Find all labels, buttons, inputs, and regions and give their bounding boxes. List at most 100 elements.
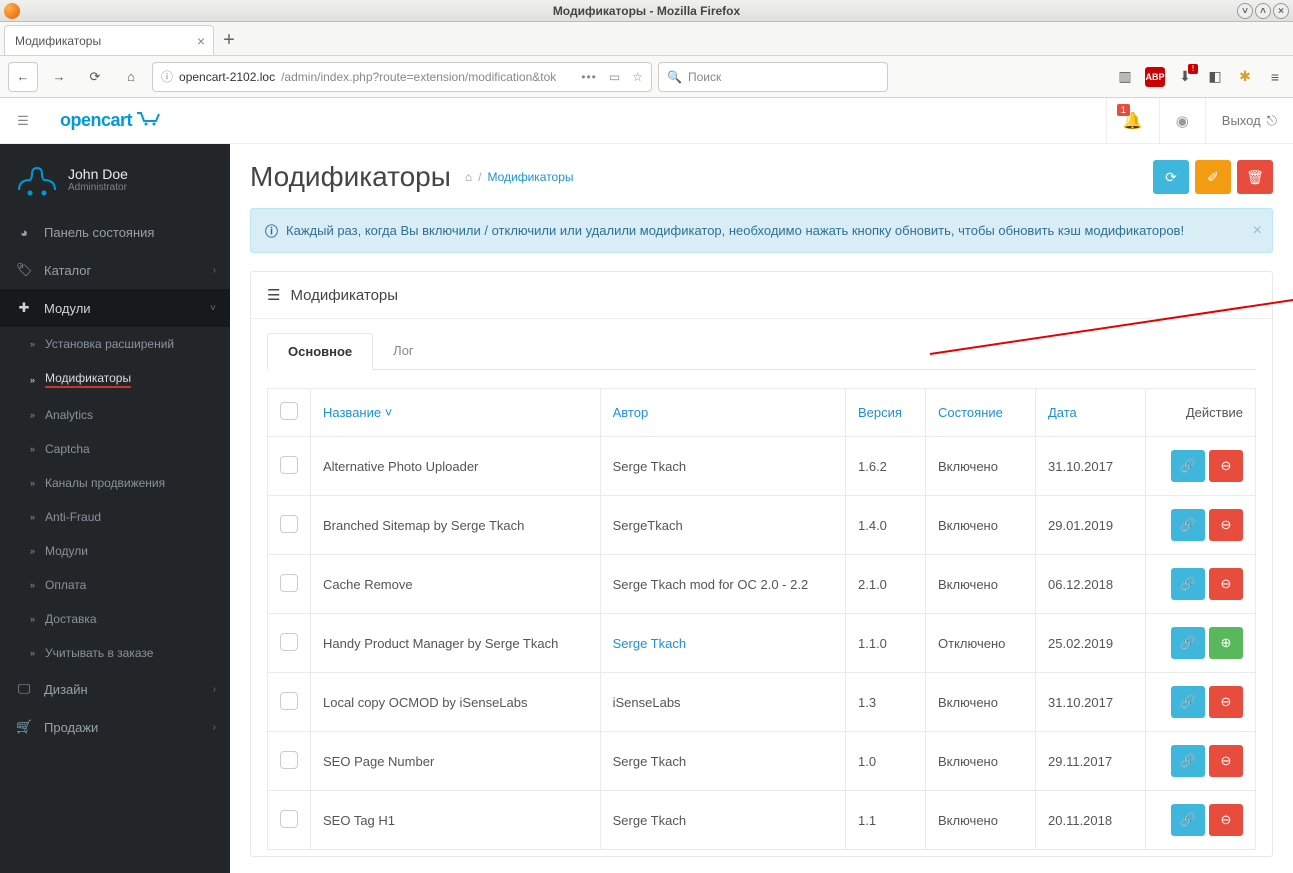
disable-button[interactable]: ⊖ [1209, 450, 1243, 482]
disable-button[interactable]: ⊖ [1209, 745, 1243, 777]
disable-button[interactable]: ⊖ [1209, 804, 1243, 836]
panel-header: ☰ Модификаторы [251, 272, 1272, 319]
disable-button[interactable]: ⊖ [1209, 568, 1243, 600]
sidebar-sub-shipping[interactable]: »Доставка [0, 602, 230, 636]
sidebar-sub-feeds[interactable]: »Каналы продвижения [0, 466, 230, 500]
window-minimize-button[interactable]: ˅ [1237, 3, 1253, 19]
window-maximize-button[interactable]: ˄ [1255, 3, 1271, 19]
downloads-icon[interactable]: ⬇! [1175, 67, 1195, 87]
back-button[interactable]: ← [8, 62, 38, 92]
select-all-checkbox[interactable] [280, 402, 298, 420]
row-checkbox[interactable] [280, 633, 298, 651]
col-name[interactable]: Название ˅ [323, 405, 392, 420]
home-button[interactable]: ⌂ [116, 62, 146, 92]
sidebar-sub-totals[interactable]: »Учитывать в заказе [0, 636, 230, 670]
tab-log[interactable]: Лог [373, 333, 434, 369]
sidebar-item-design[interactable]: 🖵 Дизайн › [0, 670, 230, 708]
info-alert: ⓘ Каждый раз, когда Вы включили / отключ… [250, 208, 1273, 253]
tab-main[interactable]: Основное [267, 333, 373, 370]
enable-button[interactable]: ⊕ [1209, 627, 1243, 659]
url-bar[interactable]: ⓘ opencart-2102.loc/admin/index.php?rout… [152, 62, 652, 92]
modifications-table: Название ˅ Автор Версия Состояние Дата Д… [267, 388, 1256, 850]
col-version[interactable]: Версия [858, 405, 902, 420]
reload-button[interactable]: ⟳ [80, 62, 110, 92]
cell-name: Alternative Photo Uploader [311, 437, 601, 496]
logout-button[interactable]: Выход ⎋ [1205, 98, 1293, 144]
author-text: iSenseLabs [613, 695, 681, 710]
breadcrumb-link[interactable]: Модификаторы [487, 170, 573, 184]
sidebar-sub-modifications[interactable]: »Модификаторы [0, 361, 230, 398]
sidebar-item-sales[interactable]: 🛒 Продажи › [0, 708, 230, 746]
sidebar-sub-payments[interactable]: »Оплата [0, 568, 230, 602]
url-more-icon[interactable]: ••• [581, 70, 597, 84]
browser-search-input[interactable]: 🔍 Поиск [658, 62, 888, 92]
chevron-icon: » [30, 375, 35, 385]
sub-label: Установка расширений [45, 337, 174, 351]
sidebar-icon[interactable]: ◧ [1205, 67, 1225, 87]
logo[interactable]: opencart [46, 110, 176, 131]
chevron-icon: » [30, 580, 35, 590]
row-checkbox[interactable] [280, 751, 298, 769]
sidebar-sub-install[interactable]: » Установка расширений [0, 327, 230, 361]
row-checkbox[interactable] [280, 810, 298, 828]
sidebar-item-dashboard[interactable]: ◕ Панель состояния [0, 214, 230, 251]
row-checkbox[interactable] [280, 456, 298, 474]
reader-icon[interactable]: ▭ [609, 70, 620, 84]
col-status[interactable]: Состояние [938, 405, 1003, 420]
chevron-icon: » [30, 444, 35, 454]
disable-button[interactable]: ⊖ [1209, 686, 1243, 718]
sidebar-sub-captcha[interactable]: »Captcha [0, 432, 230, 466]
cell-name: Local copy OCMOD by iSenseLabs [311, 673, 601, 732]
author-link[interactable]: Serge Tkach [613, 636, 686, 651]
forward-button[interactable]: → [44, 62, 74, 92]
link-button[interactable]: 🔗 [1171, 804, 1205, 836]
tab-close-icon[interactable]: × [197, 33, 205, 49]
link-button[interactable]: 🔗 [1171, 686, 1205, 718]
notifications-button[interactable]: 1 🔔 [1106, 98, 1159, 144]
search-placeholder: Поиск [688, 70, 721, 84]
sidebar-item-modules[interactable]: ✚ Модули ˅ [0, 289, 230, 327]
window-close-button[interactable]: × [1273, 3, 1289, 19]
link-icon: 🔗 [1180, 694, 1196, 710]
refresh-button[interactable]: ⟳ [1153, 160, 1189, 194]
link-button[interactable]: 🔗 [1171, 745, 1205, 777]
link-button[interactable]: 🔗 [1171, 568, 1205, 600]
row-checkbox[interactable] [280, 574, 298, 592]
browser-tab[interactable]: Модификаторы × [4, 25, 214, 55]
desktop-icon: 🖵 [16, 681, 32, 697]
row-checkbox[interactable] [280, 515, 298, 533]
new-tab-button[interactable]: + [214, 25, 244, 55]
adblock-icon[interactable]: ABP [1145, 67, 1165, 87]
extension-icon[interactable]: ✱ [1235, 67, 1255, 87]
tag-icon: 🏷 [16, 262, 32, 278]
cell-status: Включено [926, 673, 1036, 732]
row-checkbox[interactable] [280, 692, 298, 710]
cell-author: Serge Tkach [600, 614, 845, 673]
link-button[interactable]: 🔗 [1171, 627, 1205, 659]
cell-author: Serge Tkach [600, 437, 845, 496]
disable-button[interactable]: ⊖ [1209, 509, 1243, 541]
sidebar-sub-analytics[interactable]: »Analytics [0, 398, 230, 432]
alert-close-button[interactable]: × [1253, 222, 1262, 240]
chevron-icon: » [30, 339, 35, 349]
sidebar-toggle-button[interactable]: ☰ [0, 98, 46, 144]
link-icon: 🔗 [1180, 753, 1196, 769]
col-date[interactable]: Дата [1048, 405, 1077, 420]
sidebar-item-catalog[interactable]: 🏷 Каталог › [0, 251, 230, 289]
library-icon[interactable]: ▥ [1115, 67, 1135, 87]
sidebar-sub-mods[interactable]: »Модули [0, 534, 230, 568]
home-icon[interactable]: ⌂ [465, 170, 472, 184]
sidebar-sub-antifraud[interactable]: »Anti-Fraud [0, 500, 230, 534]
author-text: Serge Tkach mod for OC 2.0 - 2.2 [613, 577, 809, 592]
delete-button[interactable]: 🗑 [1237, 160, 1273, 194]
support-button[interactable]: ◉ [1159, 98, 1205, 144]
link-button[interactable]: 🔗 [1171, 509, 1205, 541]
col-author[interactable]: Автор [613, 405, 649, 420]
cell-author: SergeTkach [600, 496, 845, 555]
link-button[interactable]: 🔗 [1171, 450, 1205, 482]
bookmark-star-icon[interactable]: ☆ [632, 70, 643, 84]
clear-button[interactable]: ✐ [1195, 160, 1231, 194]
table-row: Handy Product Manager by Serge TkachSerg… [268, 614, 1256, 673]
menu-icon[interactable]: ≡ [1265, 67, 1285, 87]
cell-date: 31.10.2017 [1036, 673, 1146, 732]
